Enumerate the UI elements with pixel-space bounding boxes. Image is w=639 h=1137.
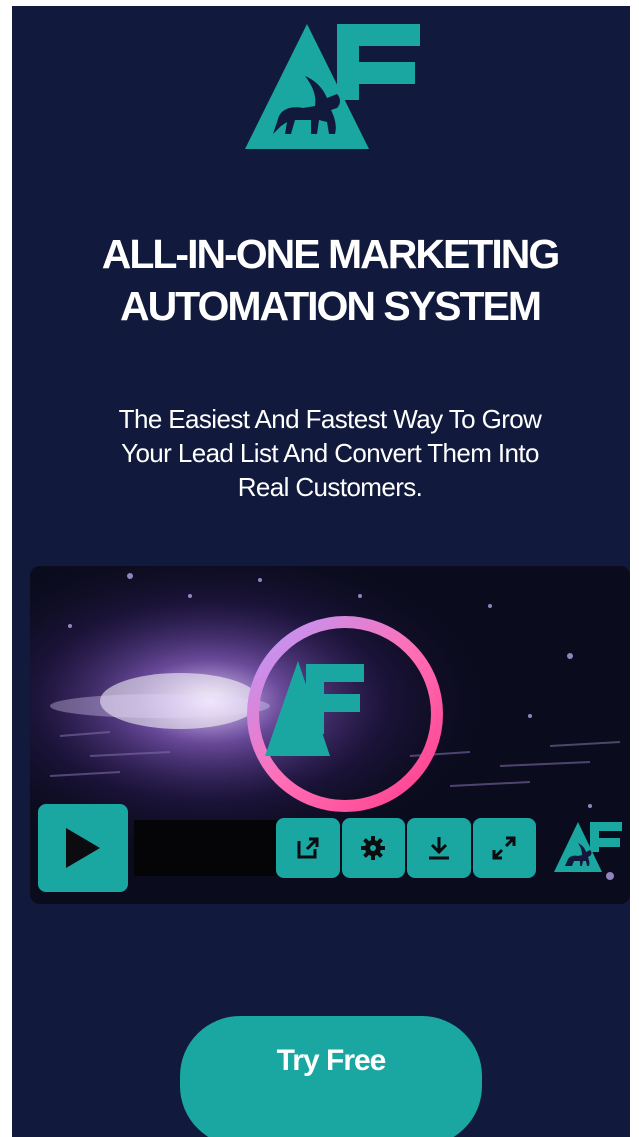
video-player[interactable] [30,566,630,904]
settings-button[interactable] [341,818,405,878]
af-griffin-logo-icon[interactable] [554,822,622,872]
page-subheadline: The Easiest And Fastest Way To Grow Your… [32,402,628,504]
headline-line-2: AUTOMATION SYSTEM [119,283,542,329]
page-headline: ALL-IN-ONE MARKETING AUTOMATION SYSTEM [32,228,628,332]
subhead-line-1: The Easiest And Fastest Way To Grow [118,404,542,434]
video-controls [38,804,624,892]
progress-bar[interactable] [134,820,282,876]
play-button[interactable] [38,804,128,892]
gear-icon [361,836,386,860]
external-link-icon [297,837,319,859]
download-button[interactable] [407,818,471,878]
subhead-line-2: Your Lead List And Convert Them Into [121,438,539,468]
video-toolbar [276,818,538,878]
play-icon [66,828,100,868]
fullscreen-button[interactable] [472,818,536,878]
share-button[interactable] [276,818,340,878]
landing-page: ALL-IN-ONE MARKETING AUTOMATION SYSTEM T… [12,6,630,1137]
expand-icon [492,836,516,860]
subhead-line-3: Real Customers. [237,472,423,502]
try-free-button[interactable]: Try Free [180,1016,482,1137]
af-griffin-logo-icon [245,24,420,149]
headline-line-1: ALL-IN-ONE MARKETING [101,231,561,277]
download-icon [428,837,449,860]
